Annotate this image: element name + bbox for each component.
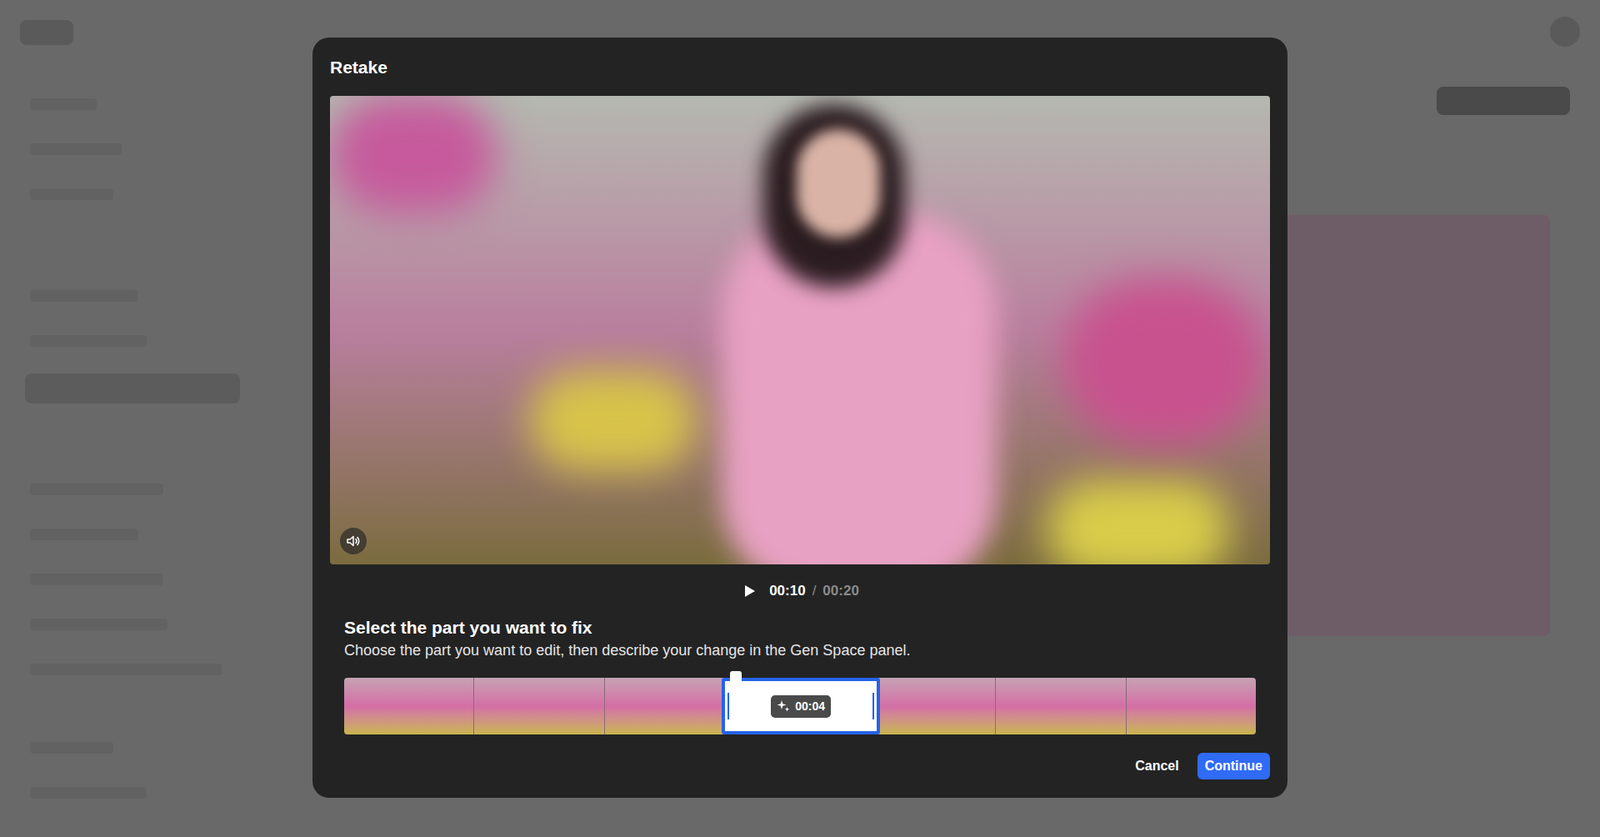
play-button[interactable] (740, 581, 760, 600)
continue-button[interactable]: Continue (1197, 752, 1270, 780)
cancel-button[interactable]: Cancel (1128, 752, 1185, 780)
selection-start-handle[interactable] (727, 692, 730, 720)
selection-range[interactable]: 00:04 (721, 677, 880, 735)
selection-length-badge: 00:04 (770, 695, 831, 718)
dialog-actions: Cancel Continue (330, 752, 1270, 780)
video-preview (330, 95, 1270, 565)
playback-controls: 00:10 / 00:20 (330, 579, 1270, 603)
timeline-description: Choose the part you want to edit, then d… (344, 639, 1256, 661)
selection-length: 00:04 (795, 697, 825, 715)
sparkle-icon (776, 699, 790, 713)
volume-button[interactable] (340, 527, 367, 555)
timeline-heading: Select the part you want to fix (344, 615, 1256, 640)
duration: 00:20 (822, 580, 859, 602)
time-separator: / (812, 580, 817, 602)
current-time: 00:10 (769, 580, 805, 602)
dialog-title: Retake (330, 55, 1270, 80)
retake-dialog: Retake 00:10 / 00:20 Select the part you… (312, 37, 1288, 798)
selection-end-handle[interactable] (872, 692, 875, 720)
filmstrip[interactable]: 00:04 (344, 677, 1256, 735)
playhead[interactable] (730, 670, 742, 683)
play-icon (744, 584, 756, 598)
speaker-icon (345, 533, 361, 549)
